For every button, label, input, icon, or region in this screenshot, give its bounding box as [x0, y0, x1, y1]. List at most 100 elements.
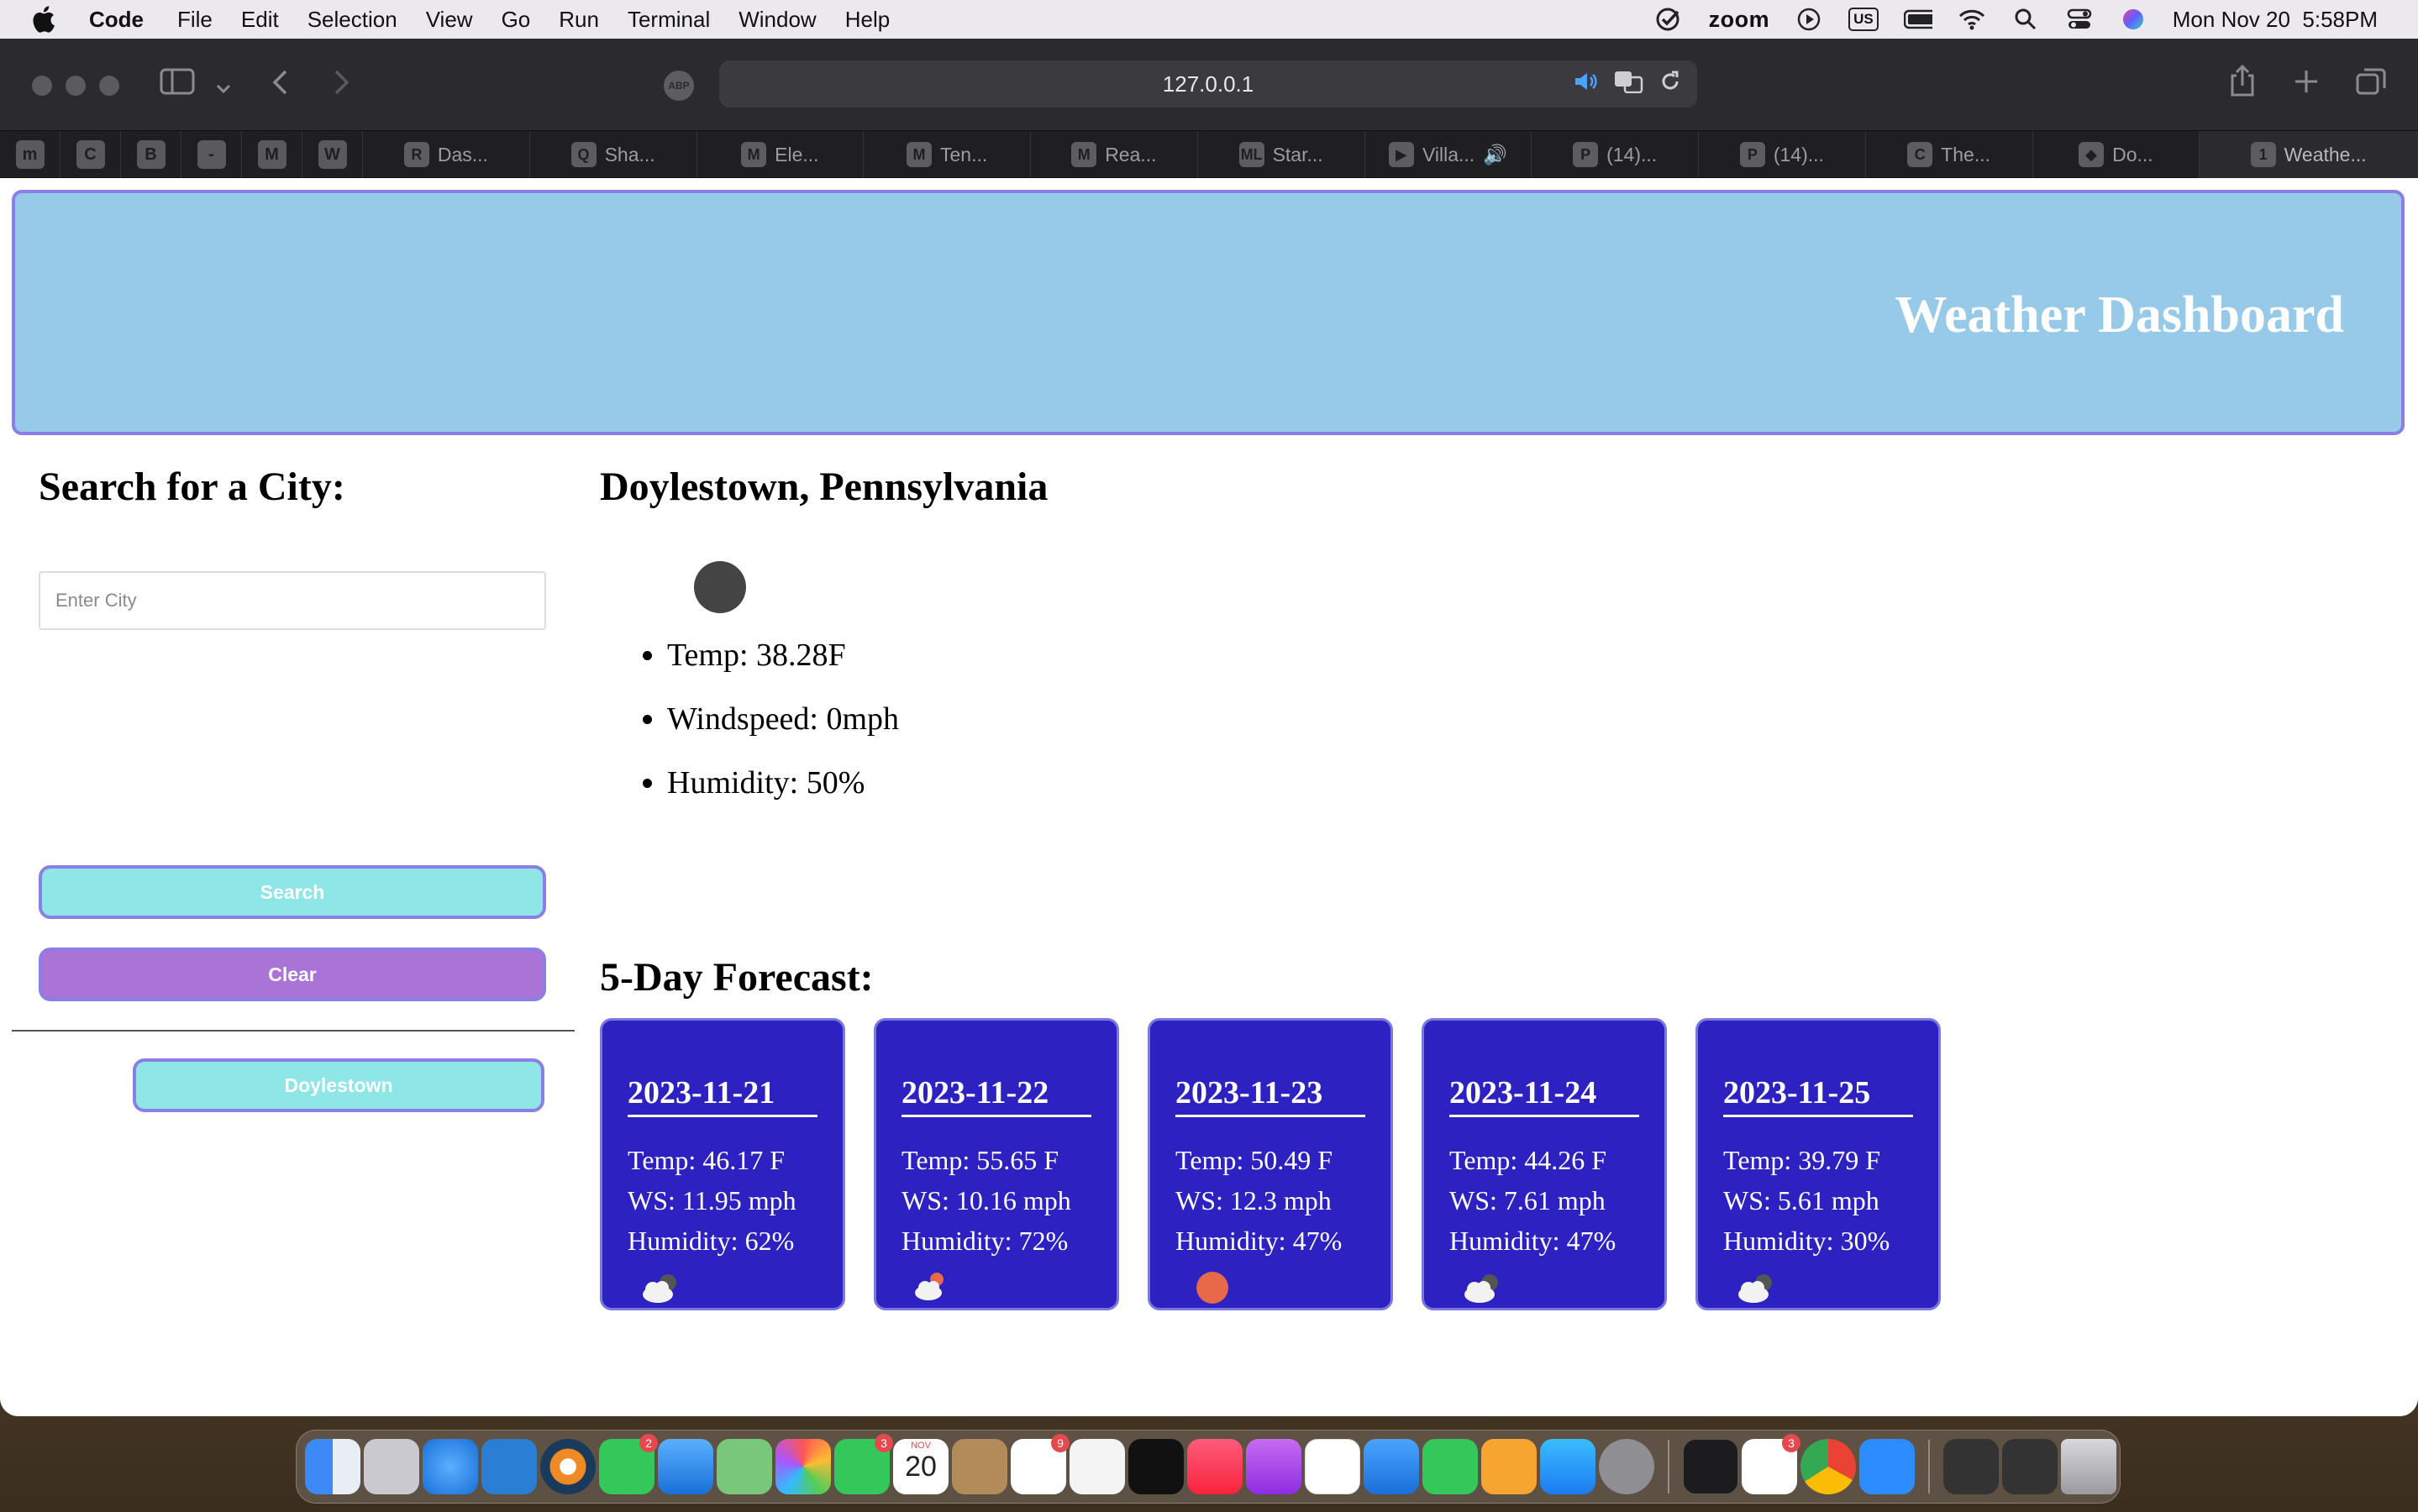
slack-icon[interactable]: 3 — [1742, 1434, 1800, 1494]
browser-tab[interactable]: ▶ Villa... 🔊 — [1365, 131, 1532, 178]
adblock-extension-icon[interactable]: ABP — [664, 71, 694, 101]
history-city-button[interactable]: Doylestown — [133, 1058, 544, 1112]
numbers-icon[interactable] — [1422, 1439, 1478, 1494]
menu-app-name[interactable]: Code — [89, 7, 144, 33]
mail-icon[interactable] — [658, 1439, 713, 1494]
search-button[interactable]: Search — [39, 865, 546, 919]
browser-tab[interactable]: M Ele... — [697, 131, 865, 178]
siri-icon[interactable] — [2119, 7, 2147, 32]
calendar-icon[interactable]: NOV 20 — [893, 1439, 949, 1494]
forward-icon[interactable] — [331, 69, 351, 103]
finder-icon[interactable] — [305, 1439, 360, 1494]
control-center-icon[interactable] — [2065, 7, 2094, 32]
vscode-icon[interactable] — [481, 1439, 537, 1494]
podcasts-icon[interactable] — [1246, 1439, 1301, 1494]
address-bar[interactable]: 127.0.0.1 — [719, 60, 1697, 108]
keynote-icon[interactable] — [1364, 1439, 1419, 1494]
tab-bar: m C B - M W R Das... Q Sha... M Ele... M Ten… — [0, 131, 2418, 178]
facetime-icon[interactable]: 3 — [834, 1434, 893, 1494]
tab-overview-icon[interactable] — [2356, 67, 2386, 103]
menu-window[interactable]: Window — [739, 7, 816, 33]
recent-window-icon[interactable] — [1943, 1439, 1999, 1494]
slack-badge: 3 — [1782, 1434, 1800, 1452]
sidebar-toggle-icon[interactable] — [160, 67, 195, 103]
apple-icon[interactable] — [30, 4, 60, 34]
trash-icon[interactable] — [2061, 1439, 2116, 1494]
photos-icon[interactable] — [775, 1439, 831, 1494]
zoom-menu-label[interactable]: zoom — [1709, 7, 1770, 33]
city-search-input[interactable] — [39, 571, 546, 630]
reload-icon[interactable] — [1658, 70, 1682, 99]
close-window-button[interactable] — [32, 76, 52, 96]
minimize-window-button[interactable] — [66, 76, 86, 96]
browser-tab[interactable]: R Das... — [363, 131, 530, 178]
browser-tab[interactable]: ML Star... — [1198, 131, 1365, 178]
safari-icon[interactable] — [423, 1439, 478, 1494]
forecast-temp: Temp: 44.26 F — [1449, 1145, 1607, 1175]
freeform-icon[interactable] — [1070, 1439, 1125, 1494]
forecast-heading: 5-Day Forecast: — [600, 955, 874, 1000]
browser-tab[interactable]: ◆ Do... — [2033, 131, 2200, 178]
menu-edit[interactable]: Edit — [241, 7, 279, 33]
menu-selection[interactable]: Selection — [308, 7, 397, 33]
blender-icon[interactable] — [540, 1439, 596, 1494]
system-settings-icon[interactable] — [1599, 1439, 1654, 1494]
music-icon[interactable] — [1187, 1439, 1243, 1494]
play-circle-icon[interactable] — [1795, 7, 1823, 32]
contacts-icon[interactable] — [952, 1439, 1007, 1494]
browser-tab[interactable]: M Ten... — [864, 131, 1031, 178]
speaker-icon[interactable] — [1573, 71, 1598, 98]
apple-tv-icon[interactable] — [1128, 1439, 1184, 1494]
browser-tab[interactable]: C The... — [1866, 131, 2033, 178]
menu-file[interactable]: File — [177, 7, 213, 33]
wifi-icon[interactable] — [1958, 7, 1986, 32]
news-icon[interactable] — [1305, 1439, 1360, 1494]
zoom-window-button[interactable] — [99, 76, 119, 96]
clear-button[interactable]: Clear — [39, 948, 546, 1001]
launchpad-icon[interactable] — [364, 1439, 419, 1494]
recent-window-icon[interactable] — [2002, 1439, 2058, 1494]
translate-icon[interactable] — [1613, 70, 1643, 99]
pinned-tab[interactable]: - — [181, 131, 242, 178]
browser-tab-active[interactable]: 1 Weathe... — [2200, 131, 2418, 178]
pinned-tab[interactable]: W — [302, 131, 363, 178]
check-sync-icon[interactable] — [1655, 7, 1684, 32]
input-source-indicator[interactable]: US — [1848, 8, 1879, 31]
terminal-icon[interactable] — [1683, 1439, 1738, 1494]
zoom-icon[interactable] — [1859, 1439, 1915, 1494]
forecast-card: 2023-11-25 Temp: 39.79 F WS: 5.61 mph Hu… — [1695, 1018, 1941, 1310]
new-tab-icon[interactable] — [2294, 69, 2319, 102]
pages-icon[interactable] — [1481, 1439, 1537, 1494]
tab-audio-icon[interactable]: 🔊 — [1483, 144, 1507, 166]
battery-icon[interactable] — [1903, 7, 1932, 32]
browser-tab[interactable]: Q Sha... — [530, 131, 697, 178]
pinned-tab-icon: C — [76, 140, 105, 169]
maps-icon[interactable] — [717, 1439, 772, 1494]
messages-icon[interactable]: 2 — [599, 1434, 658, 1494]
menu-terminal[interactable]: Terminal — [628, 7, 710, 33]
forecast-cards: 2023-11-21 Temp: 46.17 F WS: 11.95 mph H… — [600, 1018, 1941, 1310]
menu-go[interactable]: Go — [502, 7, 531, 33]
pinned-tab[interactable]: C — [60, 131, 121, 178]
browser-tab[interactable]: P (14)... — [1699, 131, 1866, 178]
pinned-tab[interactable]: m — [0, 131, 60, 178]
pinned-tab[interactable]: B — [121, 131, 181, 178]
menubar-clock[interactable]: Mon Nov 20 5:58PM — [2173, 7, 2378, 33]
chrome-icon[interactable] — [1800, 1439, 1856, 1494]
tab-title: Ele... — [775, 143, 819, 165]
current-conditions-list: Temp: 38.28F Windspeed: 0mph Humidity: 5… — [667, 632, 899, 823]
menu-run[interactable]: Run — [559, 7, 599, 33]
chevron-down-icon[interactable] — [215, 72, 232, 105]
tab-title: Das... — [437, 143, 488, 165]
back-icon[interactable] — [271, 69, 291, 103]
spotlight-search-icon[interactable] — [2011, 7, 2040, 32]
share-icon[interactable] — [2230, 64, 2255, 105]
menu-view[interactable]: View — [426, 7, 473, 33]
browser-tab[interactable]: M Rea... — [1031, 131, 1198, 178]
reminders-icon[interactable]: 9 — [1011, 1434, 1070, 1494]
menu-help[interactable]: Help — [845, 7, 890, 33]
browser-tab[interactable]: P (14)... — [1532, 131, 1699, 178]
tab-title: Star... — [1272, 143, 1323, 165]
app-store-icon[interactable] — [1540, 1439, 1595, 1494]
pinned-tab[interactable]: M — [242, 131, 302, 178]
